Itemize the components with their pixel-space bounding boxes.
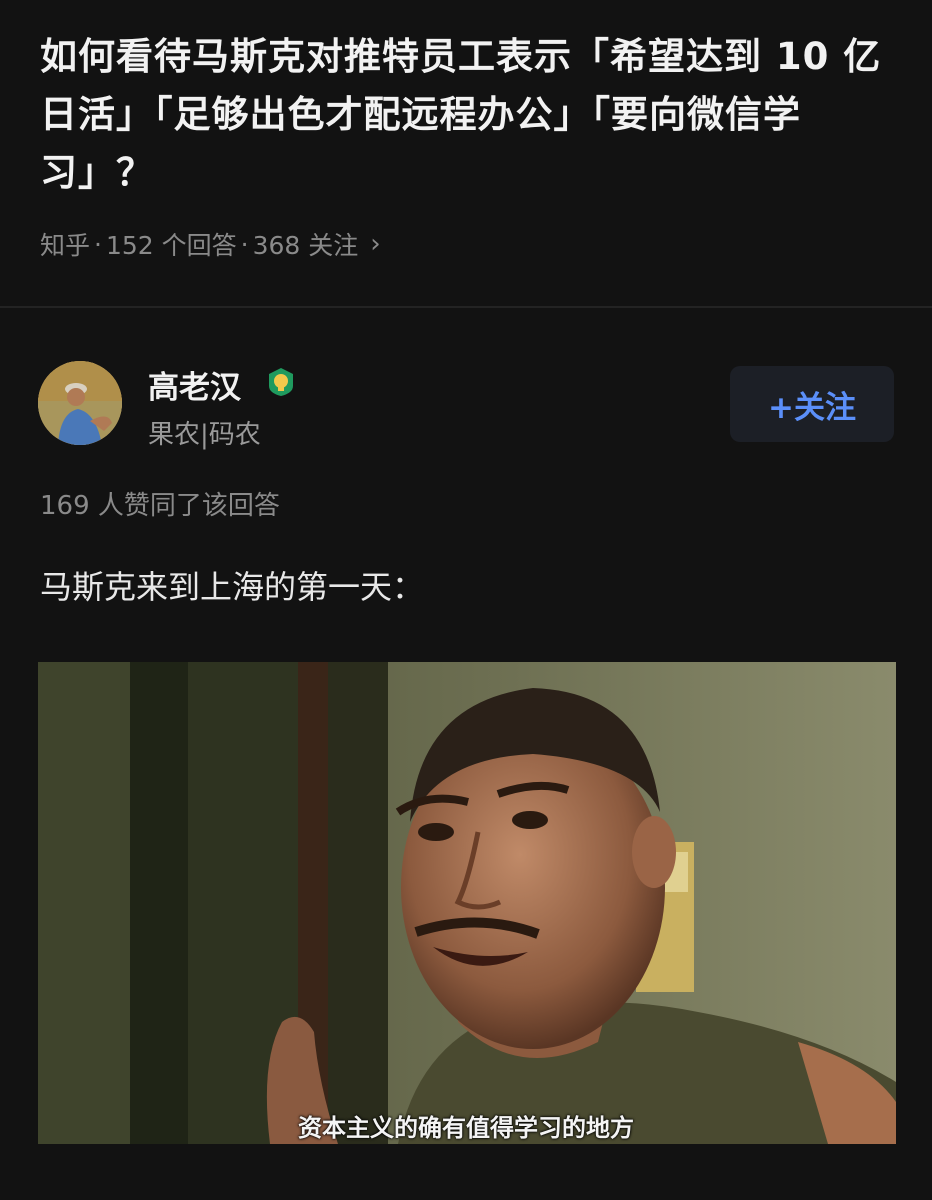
- question-title[interactable]: 如何看待马斯克对推特员工表示「希望达到 10 亿日活」「足够出色才配远程办公」「…: [40, 28, 900, 202]
- author-name[interactable]: 高老汉: [148, 362, 241, 407]
- verified-badge-icon: [269, 368, 293, 396]
- zhihu-answer-page: 如何看待马斯克对推特员工表示「希望达到 10 亿日活」「足够出色才配远程办公」「…: [0, 0, 932, 1200]
- answer-video-still[interactable]: [38, 662, 896, 1144]
- video-subtitle: 资本主义的确有值得学习的地方: [298, 1114, 634, 1142]
- answer-text: 马斯克来到上海的第一天：: [40, 568, 425, 606]
- answer-count: 152 个回答: [105, 231, 237, 260]
- chevron-right-icon[interactable]: ›: [370, 229, 380, 259]
- avatar[interactable]: [38, 361, 122, 445]
- upvote-count: 169 人赞同了该回答: [40, 491, 280, 521]
- question-meta[interactable]: 知乎 · 152 个回答 · 368 关注 ›: [40, 226, 381, 262]
- meta-separator: ·: [240, 229, 249, 259]
- section-divider: [0, 306, 932, 308]
- source-label: 知乎: [40, 231, 91, 260]
- meta-separator: ·: [94, 229, 102, 259]
- follow-button[interactable]: +关注: [730, 366, 894, 442]
- author-bio: 果农|码农: [148, 420, 261, 450]
- question-header[interactable]: 如何看待马斯克对推特员工表示「希望达到 10 亿日活」「足够出色才配远程办公」「…: [0, 0, 932, 306]
- follower-count: 368 关注: [252, 231, 359, 260]
